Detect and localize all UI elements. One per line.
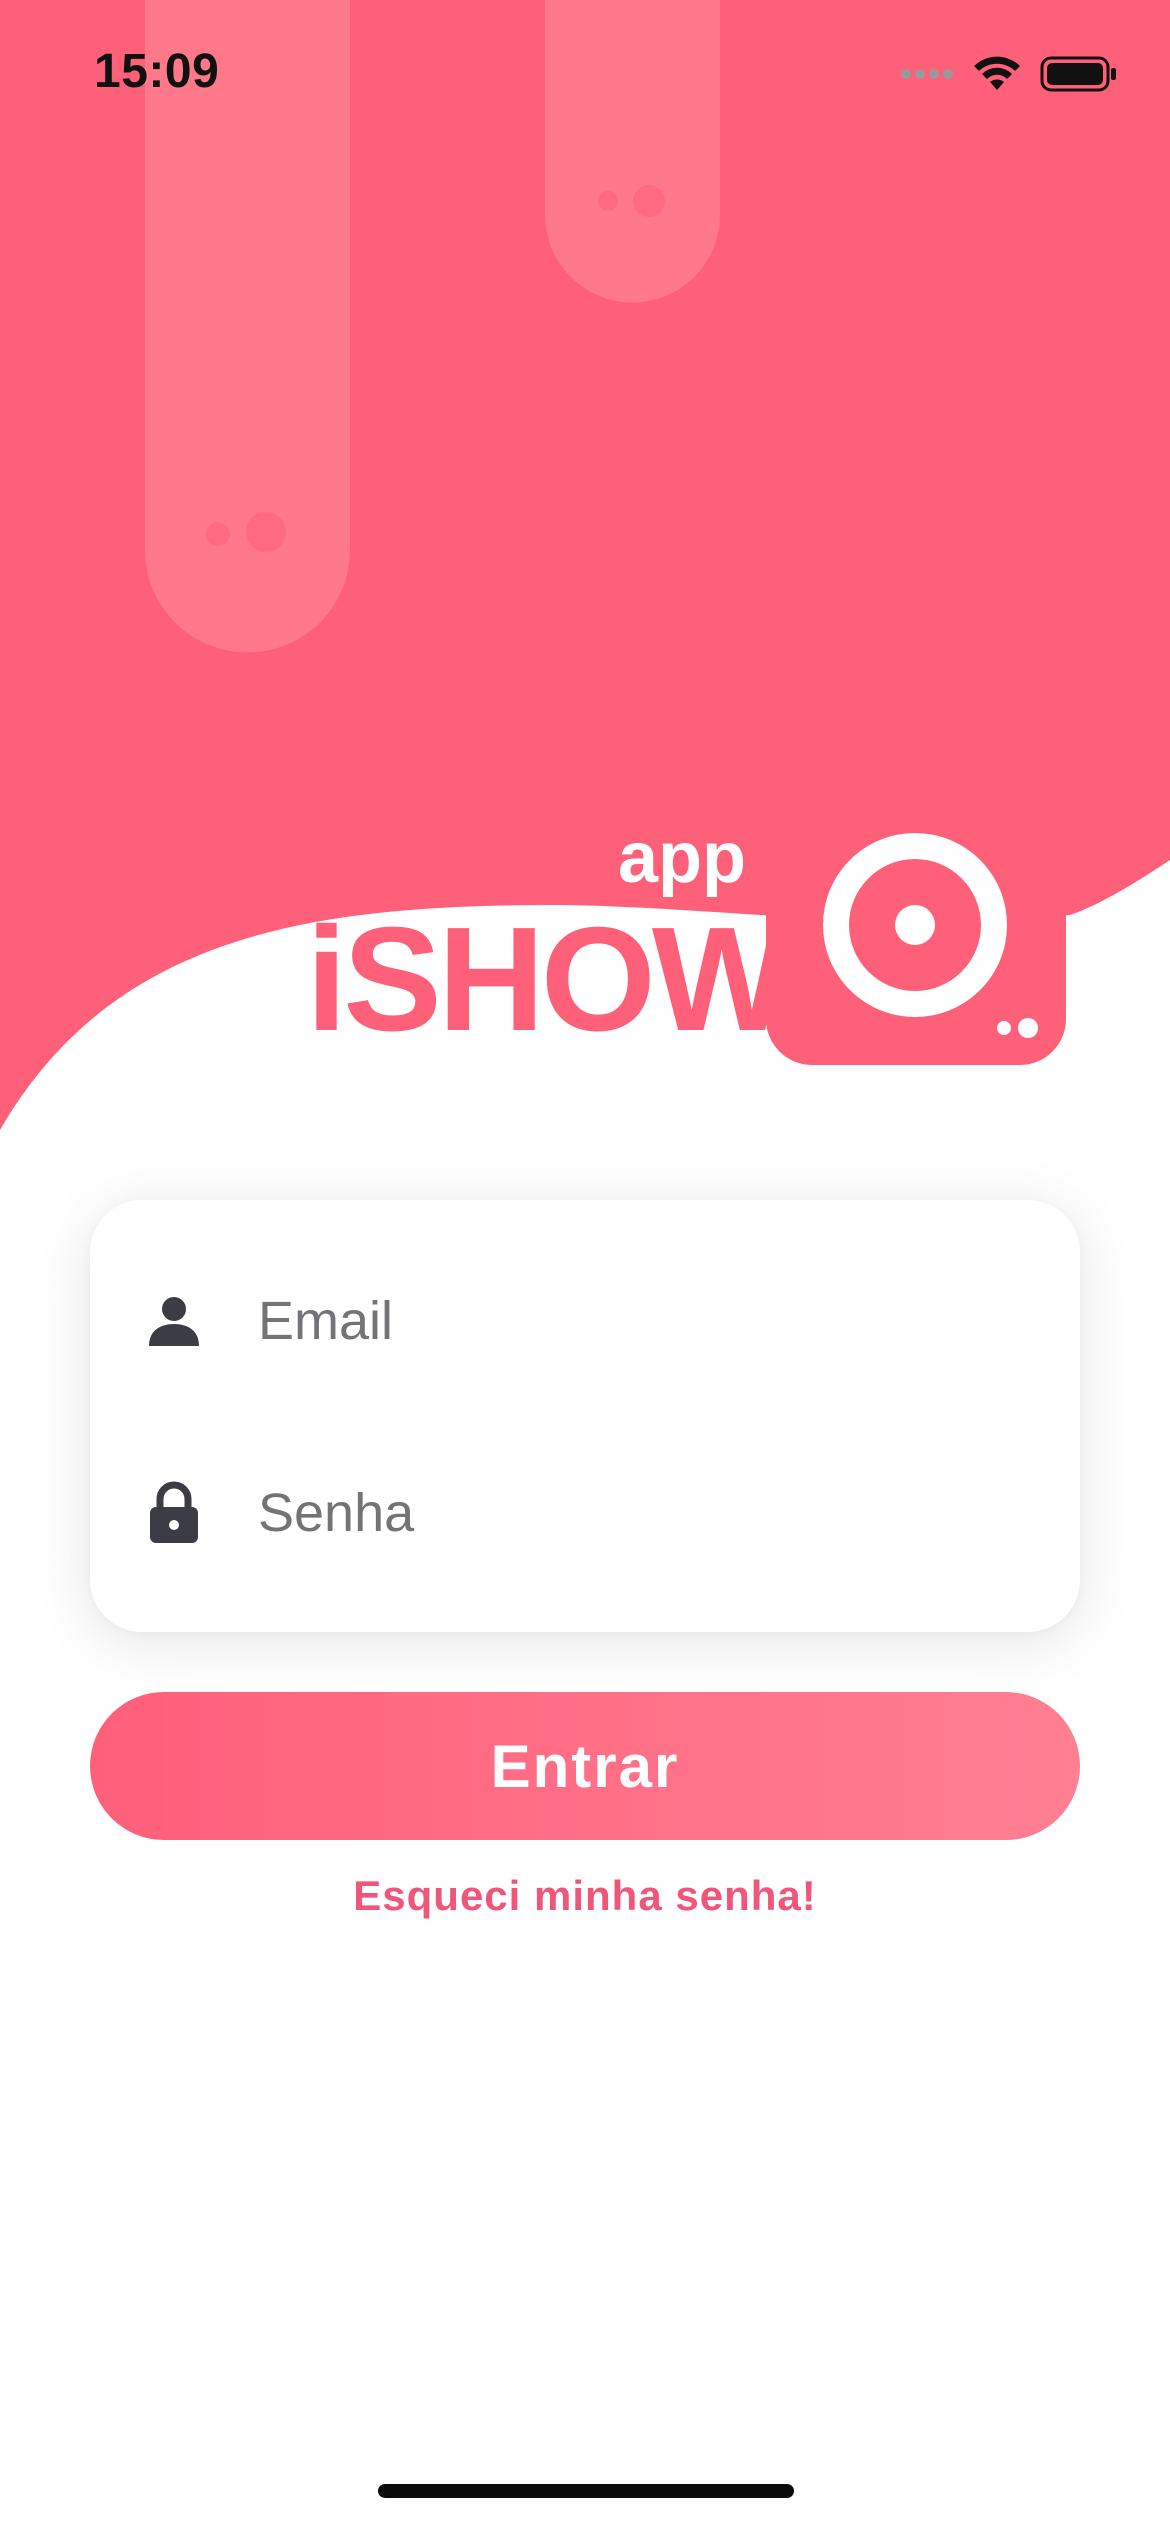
password-field[interactable] xyxy=(90,1438,1080,1588)
forgot-password-link[interactable]: Esqueci minha senha! xyxy=(0,1872,1170,1920)
app-logo: app iSHOW xyxy=(306,777,1066,1065)
status-icons xyxy=(900,50,1118,98)
logo-app-text: app xyxy=(618,818,746,898)
status-bar: 15:09 xyxy=(0,0,1170,150)
person-icon xyxy=(142,1289,206,1353)
email-input[interactable] xyxy=(258,1271,1018,1371)
password-input[interactable] xyxy=(258,1463,1018,1563)
email-field[interactable] xyxy=(90,1246,1080,1396)
logo-camera-icon xyxy=(766,777,1066,1065)
home-indicator[interactable] xyxy=(378,2484,794,2498)
login-button[interactable]: Entrar xyxy=(90,1692,1080,1840)
battery-icon xyxy=(1040,56,1116,92)
login-screen: 15:09 app iSHOW Email Entrar Esqueci min… xyxy=(0,0,1170,2532)
lock-icon xyxy=(142,1481,206,1545)
wifi-icon xyxy=(974,56,1020,90)
status-time: 15:09 xyxy=(94,45,220,98)
logo-ishow-text: iSHOW xyxy=(306,897,792,1062)
login-card xyxy=(90,1200,1080,1632)
signal-dots-icon xyxy=(901,69,953,79)
